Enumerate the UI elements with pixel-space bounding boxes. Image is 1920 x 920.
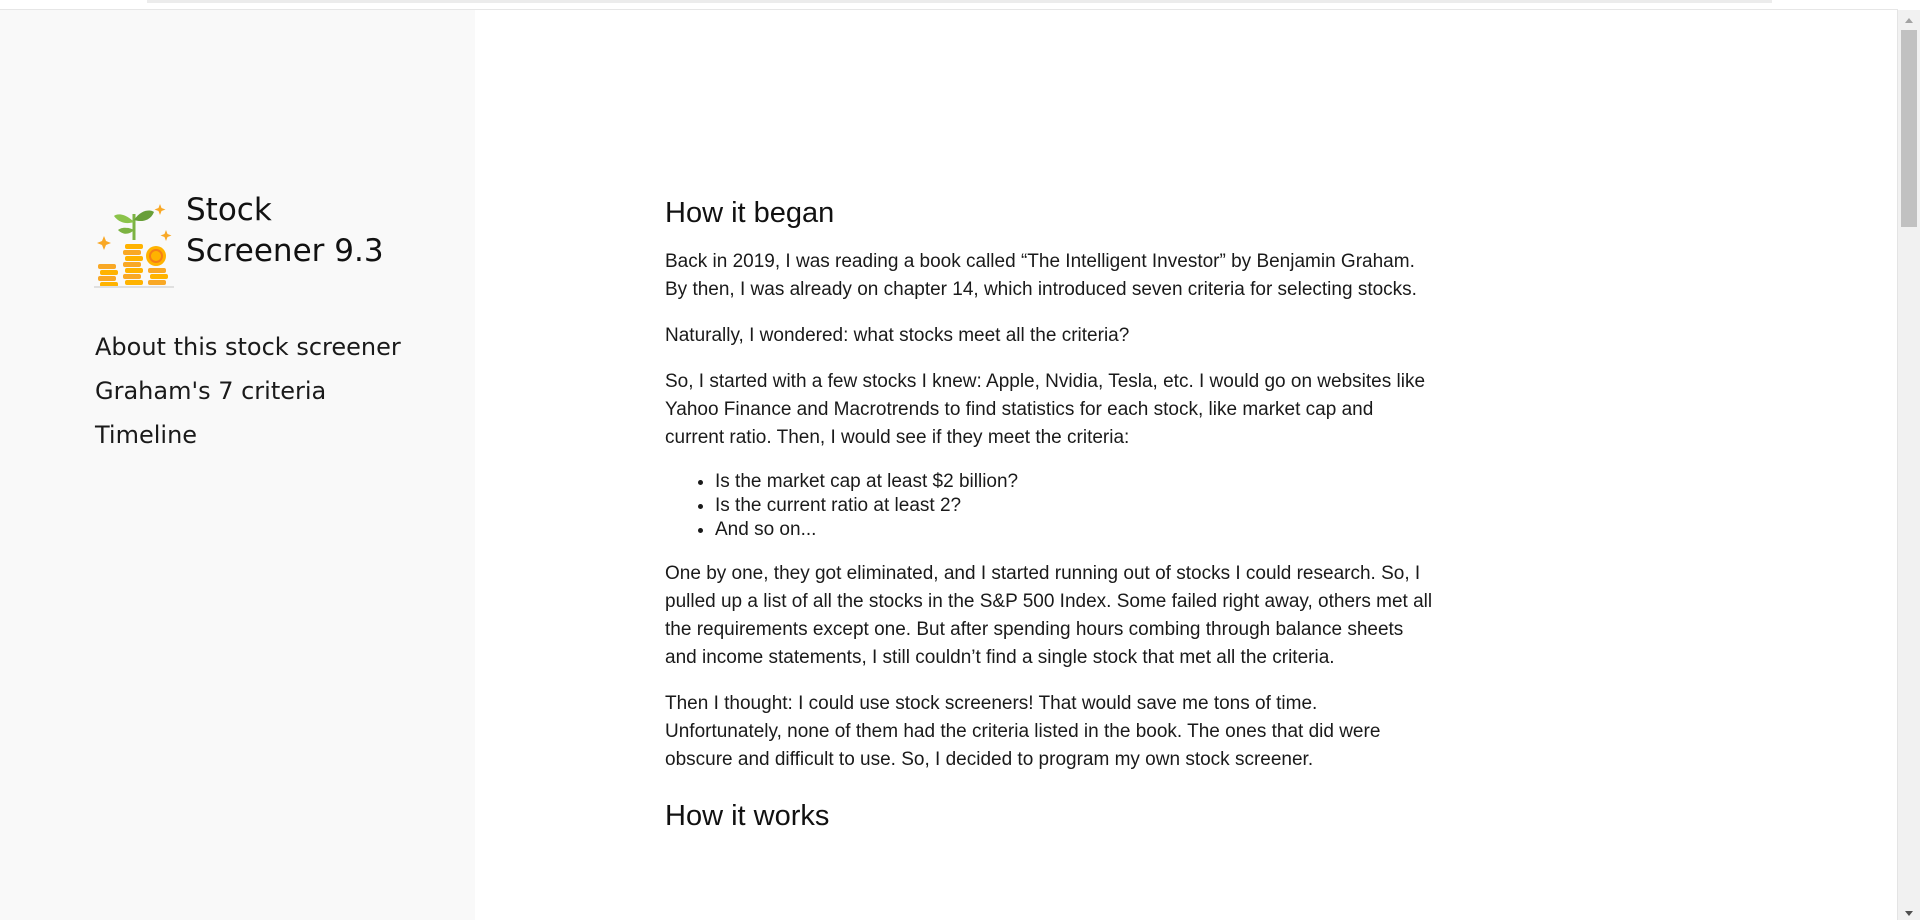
main-content: How it began Back in 2019, I was reading… bbox=[665, 185, 1435, 851]
scrollbar-thumb[interactable] bbox=[1901, 30, 1917, 227]
sidebar-item-timeline[interactable]: Timeline bbox=[95, 413, 401, 457]
scroll-down-arrow-icon[interactable] bbox=[1905, 911, 1913, 916]
paragraph: Naturally, I wondered: what stocks meet … bbox=[665, 325, 1130, 346]
brand-title[interactable]: Stock Screener 9.3 bbox=[186, 190, 406, 272]
sidebar bbox=[0, 10, 475, 920]
top-divider bbox=[147, 0, 1772, 3]
paragraph: One by one, they got eliminated, and I s… bbox=[665, 563, 1433, 668]
criteria-list: Is the market cap at least $2 billion? I… bbox=[665, 470, 1435, 542]
paragraph: Then I thought: I could use stock screen… bbox=[665, 693, 1381, 770]
coins-growth-icon bbox=[94, 204, 174, 288]
sidebar-item-about[interactable]: About this stock screener bbox=[95, 325, 401, 369]
page: Stock Screener 9.3 About this stock scre… bbox=[0, 0, 1920, 920]
list-item: And so on... bbox=[715, 518, 1435, 542]
section-heading-how-it-works: How it works bbox=[665, 800, 830, 832]
top-strip bbox=[0, 0, 1898, 10]
sidebar-nav: About this stock screener Graham's 7 cri… bbox=[95, 325, 401, 457]
brand[interactable]: Stock Screener 9.3 bbox=[94, 190, 406, 288]
list-item: Is the market cap at least $2 billion? bbox=[715, 470, 1435, 494]
sidebar-item-grahams-criteria[interactable]: Graham's 7 criteria bbox=[95, 369, 401, 413]
section-heading-how-it-began: How it began bbox=[665, 197, 835, 229]
vertical-scrollbar[interactable] bbox=[1897, 10, 1920, 920]
paragraph: So, I started with a few stocks I knew: … bbox=[665, 371, 1426, 448]
scroll-up-arrow-icon[interactable] bbox=[1905, 18, 1913, 23]
list-item: Is the current ratio at least 2? bbox=[715, 494, 1435, 518]
paragraph: Back in 2019, I was reading a book calle… bbox=[665, 251, 1417, 300]
